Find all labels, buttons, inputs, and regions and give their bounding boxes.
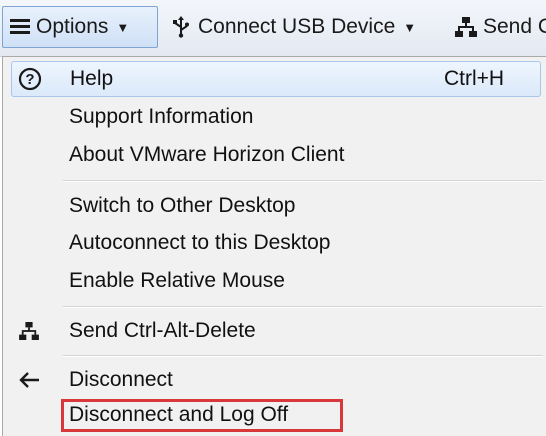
help-shortcut: Ctrl+H [444, 67, 505, 90]
usb-icon [170, 16, 192, 38]
chevron-down-icon: ▼ [116, 19, 130, 35]
menu-item-send-ctrl-alt-delete[interactable]: Send Ctrl-Alt-Delete [3, 313, 545, 349]
options-label: Options [36, 15, 109, 38]
menu-item-disconnect[interactable]: Disconnect [3, 362, 545, 398]
svg-text:?: ? [25, 71, 34, 88]
arrow-left-icon [3, 362, 55, 398]
relative-mouse-label: Enable Relative Mouse [69, 269, 285, 292]
help-label: Help [70, 67, 114, 90]
menu-item-autoconnect[interactable]: Autoconnect to this Desktop [3, 225, 545, 261]
menu-item-help[interactable]: ? Help Ctrl+H [11, 61, 541, 97]
connect-usb-button[interactable]: Connect USB Device ▼ [170, 6, 416, 48]
send-ctrl-alt-delete-label: Send Ctrl-Alt-Delete [69, 319, 256, 342]
toolbar: Options ▼ Connect USB Device ▼ Send C [0, 0, 546, 57]
chevron-down-icon: ▼ [403, 19, 417, 35]
disconnect-label: Disconnect [69, 368, 173, 391]
send-label: Send C [483, 15, 546, 38]
hamburger-icon [10, 19, 30, 35]
switch-desktop-label: Switch to Other Desktop [69, 194, 296, 217]
screenshot: Options ▼ Connect USB Device ▼ Send C ? … [0, 0, 546, 436]
usb-label: Connect USB Device [198, 15, 396, 38]
autoconnect-label: Autoconnect to this Desktop [69, 231, 331, 254]
network-icon [455, 16, 477, 38]
menu-item-switch-desktop[interactable]: Switch to Other Desktop [3, 188, 545, 224]
menu-item-about[interactable]: About VMware Horizon Client [3, 137, 545, 173]
send-cad-toolbar-button[interactable]: Send C [455, 6, 546, 48]
menu-separator [63, 306, 543, 308]
network-icon [3, 313, 55, 349]
options-dropdown-menu: ? Help Ctrl+H Support Information About … [2, 56, 546, 436]
menu-item-support-information[interactable]: Support Information [3, 99, 545, 135]
disconnect-and-log-off-label: Disconnect and Log Off [69, 403, 289, 426]
menu-item-relative-mouse[interactable]: Enable Relative Mouse [3, 263, 545, 299]
about-label: About VMware Horizon Client [69, 143, 345, 166]
menu-separator [63, 180, 543, 182]
help-circle-icon: ? [4, 61, 56, 97]
menu-item-disconnect-and-log-off[interactable]: Disconnect and Log Off [3, 397, 545, 433]
options-menu-button[interactable]: Options ▼ [10, 6, 129, 48]
support-information-label: Support Information [69, 105, 254, 128]
menu-separator [63, 355, 543, 357]
